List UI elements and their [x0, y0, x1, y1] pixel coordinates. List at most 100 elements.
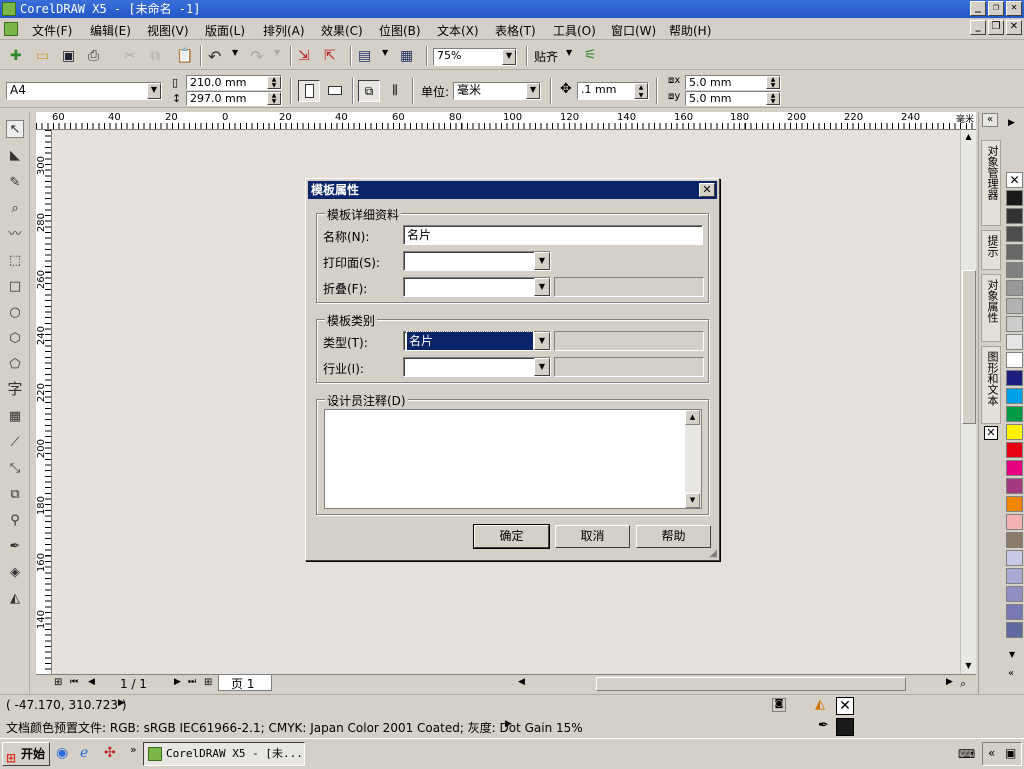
color-swatch[interactable] [1006, 262, 1023, 278]
last-page-icon[interactable]: ⏭ [188, 677, 196, 687]
doc-restore-button[interactable]: ❐ [988, 20, 1004, 35]
shape-tool-icon[interactable]: ◣ [6, 147, 24, 165]
duplicate-x-spinner[interactable]: ▲ ▼ [766, 76, 780, 89]
redo-dropdown-icon[interactable]: ▼ [274, 48, 290, 64]
eyedropper-tool-icon[interactable]: ⚲ [6, 512, 24, 530]
start-button[interactable]: ⊞ 开始 [2, 742, 50, 766]
color-swatch[interactable] [1006, 334, 1023, 350]
zoom-level-combo[interactable]: 75% ▼ [433, 48, 517, 66]
color-swatch[interactable] [1006, 586, 1023, 602]
units-combo[interactable]: 毫米 ▼ [453, 82, 541, 100]
quicklaunch-more-icon[interactable]: » [130, 743, 137, 756]
horizontal-ruler[interactable]: 60 40 20 0 20 40 60 80 100 120 140 160 1… [36, 112, 976, 130]
table-tool-icon[interactable]: ▦ [6, 408, 24, 426]
page-height-field[interactable]: 297.0 mm ▲ ▼ [186, 91, 282, 106]
color-swatch[interactable] [1006, 496, 1023, 512]
docker-tab-object-properties[interactable]: 对象属性 [981, 274, 1001, 342]
menu-window[interactable]: 窗口(W) [611, 22, 656, 39]
freehand-tool-icon[interactable]: 〰 [6, 226, 24, 244]
color-swatch[interactable] [1006, 622, 1023, 638]
text-tool-icon[interactable]: 字 [6, 380, 24, 398]
ellipse-tool-icon[interactable]: ○ [6, 304, 24, 322]
tray-expand-icon[interactable]: « [988, 746, 995, 760]
menu-text[interactable]: 文本(X) [437, 22, 479, 39]
type-select[interactable]: 名片 ▼ [403, 331, 551, 351]
zoom-navigator-icon[interactable]: ⌕ [960, 677, 966, 691]
profile-expand-icon[interactable]: ▶ [505, 719, 512, 729]
vertical-scroll-thumb[interactable] [962, 270, 976, 424]
page-height-spinner[interactable]: ▲ ▼ [267, 92, 281, 105]
nudge-spinner[interactable]: ▲ ▼ [634, 83, 648, 99]
page-width-field[interactable]: 210.0 mm ▲ ▼ [186, 75, 282, 90]
color-profile-text[interactable]: 文档颜色预置文件: RGB: sRGB IEC61966-2.1; CMYK: … [6, 719, 583, 736]
paste-icon[interactable]: 📋 [176, 48, 193, 64]
taskbar-item-coreldraw[interactable]: CorelDRAW X5 - [未... [143, 742, 305, 766]
undo-icon[interactable]: ↶ [208, 47, 224, 66]
page-tab-1[interactable]: 页 1 [218, 675, 272, 691]
color-swatch[interactable] [1006, 532, 1023, 548]
basic-shapes-tool-icon[interactable]: ⬠ [6, 356, 24, 374]
add-page-after-icon[interactable]: ⊞ [204, 677, 212, 688]
color-swatch[interactable] [1006, 514, 1023, 530]
launcher-dropdown-icon[interactable]: ▼ [382, 48, 398, 64]
ok-button[interactable]: 确定 [473, 524, 550, 549]
redo-icon[interactable]: ↷ [250, 47, 266, 66]
docker-tab-object-manager[interactable]: 对象管理器 [981, 140, 1001, 226]
print-side-dropdown-icon[interactable]: ▼ [534, 252, 550, 270]
page-size-combo[interactable]: A4 ▼ [6, 82, 162, 100]
document-icon[interactable] [4, 22, 18, 36]
dimension-tool-icon[interactable]: ⟋ [6, 434, 24, 452]
first-page-icon[interactable]: ⏮ [70, 677, 78, 687]
menu-layout[interactable]: 版面(L) [205, 22, 245, 39]
menu-table[interactable]: 表格(T) [495, 22, 536, 39]
zoom-dropdown-icon[interactable]: ▼ [502, 49, 516, 65]
app-quicklaunch-icon[interactable]: ✣ [104, 745, 116, 761]
add-page-before-icon[interactable]: ⊞ [54, 677, 62, 688]
palette-expand-icon[interactable]: « [1008, 668, 1014, 679]
application-launcher-icon[interactable]: ▤ [358, 48, 374, 64]
docker-tab-graphics-text[interactable]: 图形和文本 [981, 346, 1001, 424]
doc-minimize-button[interactable]: _ [970, 20, 986, 35]
color-swatch[interactable] [1006, 370, 1023, 386]
smart-fill-tool-icon[interactable]: ⬚ [6, 252, 24, 270]
horizontal-scroll-thumb[interactable] [596, 677, 906, 691]
zoom-tool-icon[interactable]: ⌕ [6, 200, 24, 218]
scroll-right-icon[interactable]: ▶ [946, 677, 953, 687]
options-icon[interactable]: ⚟ [584, 47, 600, 63]
vertical-ruler[interactable]: 300 280 260 240 220 200 180 160 140 [36, 130, 52, 690]
palette-scroll-up-icon[interactable]: ▶ [1008, 118, 1015, 128]
outline-color-swatch[interactable] [836, 718, 854, 736]
snap-to-menu[interactable]: 贴齐 [534, 48, 558, 65]
duplicate-y-field[interactable]: 5.0 mm ▲ ▼ [685, 91, 781, 106]
interactive-fill-tool-icon[interactable]: ◭ [6, 590, 24, 608]
type-dropdown-icon[interactable]: ▼ [534, 332, 550, 350]
industry-select[interactable]: ▼ [403, 357, 551, 377]
scroll-left-icon[interactable]: ◀ [518, 677, 525, 687]
chrome-icon[interactable]: ◉ [56, 745, 68, 761]
scroll-down-icon[interactable]: ▼ [961, 659, 976, 674]
palette-scroll-down-icon[interactable]: ▼ [1009, 650, 1015, 659]
rectangle-tool-icon[interactable]: □ [6, 278, 24, 296]
menu-bitmaps[interactable]: 位图(B) [379, 22, 421, 39]
landscape-button[interactable] [324, 80, 346, 102]
color-swatch[interactable] [1006, 226, 1023, 242]
menu-file[interactable]: 文件(F) [32, 22, 72, 39]
color-swatch[interactable] [1006, 442, 1023, 458]
dialog-title-bar[interactable]: 模板属性 ✕ [308, 181, 717, 199]
notes-scroll-down-icon[interactable]: ▼ [685, 493, 700, 508]
docker-tab-hints[interactable]: 提示 [981, 230, 1001, 270]
scroll-up-icon[interactable]: ▲ [961, 130, 976, 145]
next-page-icon[interactable]: ▶ [174, 677, 181, 687]
menu-arrange[interactable]: 排列(A) [263, 22, 305, 39]
color-swatch[interactable] [1006, 568, 1023, 584]
status-expand-icon[interactable]: ▶ [118, 698, 125, 708]
keyboard-tray-icon[interactable]: ⌨ [958, 747, 975, 761]
cut-icon[interactable]: ✂ [124, 48, 140, 64]
export-icon[interactable]: ⇱ [324, 48, 340, 64]
fill-none-swatch[interactable]: ✕ [836, 697, 854, 715]
save-icon[interactable]: ▣ [62, 48, 78, 64]
doc-close-button[interactable]: ✕ [1006, 20, 1022, 35]
fold-dropdown-icon[interactable]: ▼ [534, 278, 550, 296]
menu-effects[interactable]: 效果(C) [321, 22, 363, 39]
crop-tool-icon[interactable]: ✎ [6, 174, 24, 192]
